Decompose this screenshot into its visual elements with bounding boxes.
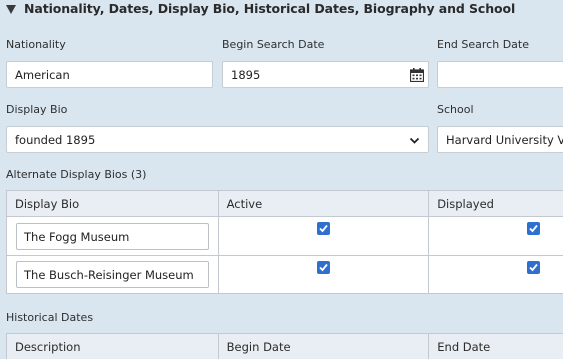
displayed-cell [428,255,563,294]
column-header-end-date[interactable]: End Date [428,333,563,359]
school-value: Harvard University Vis [446,132,563,147]
checkmark-icon [529,224,538,233]
displayed-cell [428,216,563,256]
column-header-begin-date[interactable]: Begin Date [217,333,430,359]
display-bio-label: Display Bio [6,103,68,116]
displayed-checkbox[interactable] [527,222,541,235]
begin-search-date-field[interactable]: 1895 [222,61,429,88]
historical-dates-table: Description Begin Date End Date [6,333,563,359]
historical-dates-heading: Historical Dates [6,311,94,324]
column-header-display-bio[interactable]: Display Bio [6,190,219,217]
begin-search-date-label: Begin Search Date [222,38,325,51]
checkmark-icon [529,263,538,272]
calendar-icon[interactable] [410,68,424,82]
display-bio-select[interactable]: founded 1895 [6,126,429,153]
table-row: The Busch-Reisinger Museum [6,255,563,294]
active-checkbox[interactable] [316,222,330,235]
school-field[interactable]: Harvard University Vis [437,126,563,153]
alternate-bios-table: Display Bio Active Displayed The Fogg Mu… [6,190,563,294]
displayed-checkbox[interactable] [527,261,541,274]
active-checkbox[interactable] [316,261,330,274]
nationality-label: Nationality [6,38,66,51]
chevron-down-icon [409,137,420,144]
checkmark-icon [318,224,328,233]
checkmark-icon [318,263,328,272]
nationality-field[interactable]: American [6,61,213,88]
bio-input[interactable]: The Busch-Reisinger Museum [16,261,209,288]
active-cell [217,216,430,256]
collapse-triangle-icon[interactable] [6,5,16,14]
column-header-description[interactable]: Description [6,333,219,359]
alternate-bios-heading: Alternate Display Bios (3) [6,168,146,181]
begin-search-date-value: 1895 [231,67,261,82]
nationality-value: American [15,67,70,82]
table-header-row: Display Bio Active Displayed [6,190,563,217]
column-header-displayed[interactable]: Displayed [428,190,563,217]
section-title: Nationality, Dates, Display Bio, Histori… [24,1,516,16]
section-header[interactable]: Nationality, Dates, Display Bio, Histori… [0,0,563,20]
bio-input[interactable]: The Fogg Museum [16,223,209,250]
table-header-row: Description Begin Date End Date [6,333,563,359]
alternate-bios-count: (3) [130,168,147,181]
bio-input-value: The Fogg Museum [24,229,130,244]
active-cell [217,255,430,294]
table-row: The Fogg Museum [6,216,563,256]
display-bio-value: founded 1895 [15,132,96,147]
end-search-date-field[interactable] [437,61,563,88]
bio-cell: The Fogg Museum [6,216,219,256]
end-search-date-label: End Search Date [437,38,529,51]
bio-cell: The Busch-Reisinger Museum [6,255,219,294]
school-label: School [437,103,474,116]
bio-input-value: The Busch-Reisinger Museum [24,267,194,282]
column-header-active[interactable]: Active [217,190,430,217]
alternate-bios-label: Alternate Display Bios [6,168,128,181]
